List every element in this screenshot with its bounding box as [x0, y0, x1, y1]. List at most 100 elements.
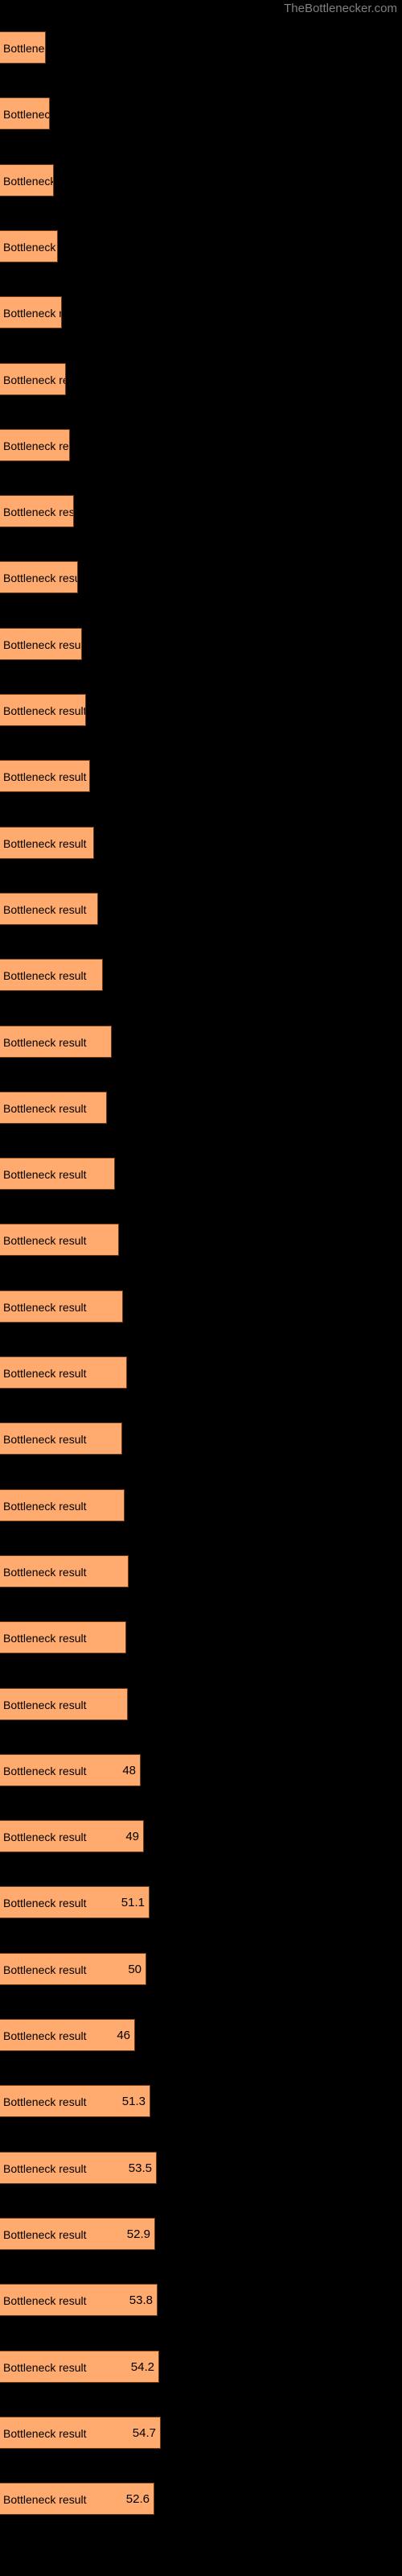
bar-label: Bottleneck result: [3, 2294, 87, 2308]
bar[interactable]: Bottleneck result: [0, 1554, 129, 1587]
bar[interactable]: Bottleneck result 51.1: [0, 1886, 150, 1919]
bar-chart: Bottleneck resultBottleneck resultBottle…: [0, 20, 402, 2576]
bar[interactable]: Bottleneck result: [0, 1224, 119, 1257]
bar-row: Bottleneck result 54.7: [0, 2416, 402, 2449]
bar-row: Bottleneck result: [0, 694, 402, 726]
bar[interactable]: Bottleneck result: [0, 892, 98, 925]
bar-row: Bottleneck result: [0, 229, 402, 262]
bar-value: 52.9: [126, 2227, 150, 2241]
bar-label: Bottleneck result: [3, 572, 77, 585]
bar[interactable]: Bottleneck result: [0, 760, 90, 793]
bar-row: Bottleneck result: [0, 1687, 402, 1720]
bar-label: Bottleneck result: [3, 1101, 87, 1115]
bar-row: Bottleneck result: [0, 31, 402, 64]
bar-label: Bottleneck result: [3, 1300, 87, 1314]
bar[interactable]: Bottleneck result: [0, 362, 66, 395]
bar[interactable]: Bottleneck result 48: [0, 1753, 141, 1786]
bar-row: Bottleneck result: [0, 627, 402, 660]
bar[interactable]: Bottleneck result: [0, 97, 50, 130]
bar-value: 50: [128, 1962, 142, 1976]
bar[interactable]: Bottleneck result 50: [0, 1952, 146, 1985]
bar-row: Bottleneck result 54.2: [0, 2350, 402, 2383]
bar-row: Bottleneck result: [0, 892, 402, 925]
bar[interactable]: Bottleneck result 53.8: [0, 2284, 158, 2317]
bar[interactable]: Bottleneck result 54.7: [0, 2416, 161, 2449]
bar[interactable]: Bottleneck result: [0, 229, 58, 262]
bar-label: Bottleneck result: [3, 240, 57, 254]
bar-label: Bottleneck result: [3, 439, 69, 452]
bar-label: Bottleneck result: [3, 2227, 87, 2241]
bar[interactable]: Bottleneck result: [0, 1488, 125, 1521]
bar[interactable]: Bottleneck result: [0, 428, 70, 461]
bar-label: Bottleneck result: [3, 1168, 87, 1182]
bar-label: Bottleneck result: [3, 2161, 87, 2175]
bar-row: Bottleneck result 48: [0, 1753, 402, 1786]
bar-row: Bottleneck result: [0, 1091, 402, 1124]
bar-row: Bottleneck result: [0, 959, 402, 992]
bar[interactable]: Bottleneck result: [0, 694, 86, 726]
bar[interactable]: Bottleneck result 51.3: [0, 2085, 150, 2118]
bar-row: Bottleneck result: [0, 1290, 402, 1323]
bar-row: Bottleneck result: [0, 561, 402, 594]
bar-label: Bottleneck result: [3, 1698, 87, 1711]
bar-label: Bottleneck result: [3, 2426, 87, 2440]
bar[interactable]: Bottleneck result: [0, 495, 74, 528]
bar-row: Bottleneck result: [0, 1621, 402, 1654]
bar-label: Bottleneck result: [3, 2360, 87, 2374]
bar-row: Bottleneck result: [0, 1224, 402, 1257]
bar-row: Bottleneck result 51.3: [0, 2085, 402, 2118]
bar[interactable]: Bottleneck result: [0, 1687, 128, 1720]
bar[interactable]: Bottleneck result 54.2: [0, 2350, 159, 2383]
bar-label: Bottleneck result: [3, 1433, 87, 1447]
bar[interactable]: Bottleneck result: [0, 1290, 123, 1323]
bar-value: 51.3: [121, 2095, 146, 2109]
bar-label: Bottleneck result: [3, 373, 65, 386]
bar-row: Bottleneck result 50: [0, 1952, 402, 1985]
bar-row: Bottleneck result: [0, 826, 402, 859]
bar[interactable]: Bottleneck result: [0, 31, 46, 64]
bar[interactable]: Bottleneck result: [0, 826, 94, 859]
bar[interactable]: Bottleneck result: [0, 296, 62, 329]
bar-label: Bottleneck result: [3, 902, 87, 916]
bar[interactable]: Bottleneck result: [0, 1158, 115, 1191]
bar[interactable]: Bottleneck result 49: [0, 1820, 144, 1853]
bar[interactable]: Bottleneck result: [0, 163, 54, 196]
bar-label: Bottleneck result: [3, 2029, 87, 2042]
bar-label: Bottleneck result: [3, 2493, 87, 2507]
bar-label: Bottleneck result: [3, 638, 82, 651]
bar[interactable]: Bottleneck result: [0, 1356, 127, 1389]
bar-label: Bottleneck result: [3, 1632, 87, 1645]
bar[interactable]: Bottleneck result 46: [0, 2019, 135, 2051]
bar[interactable]: Bottleneck result: [0, 1091, 107, 1124]
bar[interactable]: Bottleneck result 52.9: [0, 2217, 155, 2250]
bar-row: Bottleneck result: [0, 362, 402, 395]
bar[interactable]: Bottleneck result: [0, 1621, 126, 1654]
bar[interactable]: Bottleneck result: [0, 627, 82, 660]
bar-label: Bottleneck result: [3, 174, 54, 188]
bar-row: Bottleneck result 51.1: [0, 1886, 402, 1919]
bar-value: 54.2: [130, 2359, 154, 2374]
bar[interactable]: Bottleneck result: [0, 561, 78, 594]
bar[interactable]: Bottleneck result 52.6: [0, 2483, 154, 2516]
bar-label: Bottleneck result: [3, 770, 87, 784]
bar-label: Bottleneck result: [3, 1565, 87, 1579]
bar-row: Bottleneck result: [0, 1422, 402, 1455]
bar-row: Bottleneck result: [0, 1356, 402, 1389]
bar-label: Bottleneck result: [3, 1499, 87, 1513]
bar-row: Bottleneck result: [0, 1488, 402, 1521]
bar-row: Bottleneck result: [0, 760, 402, 793]
bar[interactable]: Bottleneck result: [0, 1422, 122, 1455]
bar-value: 54.7: [132, 2425, 156, 2440]
bar-label: Bottleneck result: [3, 506, 74, 519]
bar-row: Bottleneck result 53.5: [0, 2151, 402, 2184]
bar-value: 49: [125, 1830, 139, 1844]
bar-label: Bottleneck result: [3, 1367, 87, 1380]
bar-label: Bottleneck result: [3, 836, 87, 850]
bar-row: Bottleneck result: [0, 1025, 402, 1058]
bar-label: Bottleneck result: [3, 1234, 87, 1248]
bar[interactable]: Bottleneck result 53.5: [0, 2151, 157, 2184]
site-watermark: TheBottlenecker.com: [284, 2, 397, 15]
bar[interactable]: Bottleneck result: [0, 1025, 112, 1058]
bar[interactable]: Bottleneck result: [0, 959, 103, 992]
bar-value: 48: [122, 1763, 136, 1777]
